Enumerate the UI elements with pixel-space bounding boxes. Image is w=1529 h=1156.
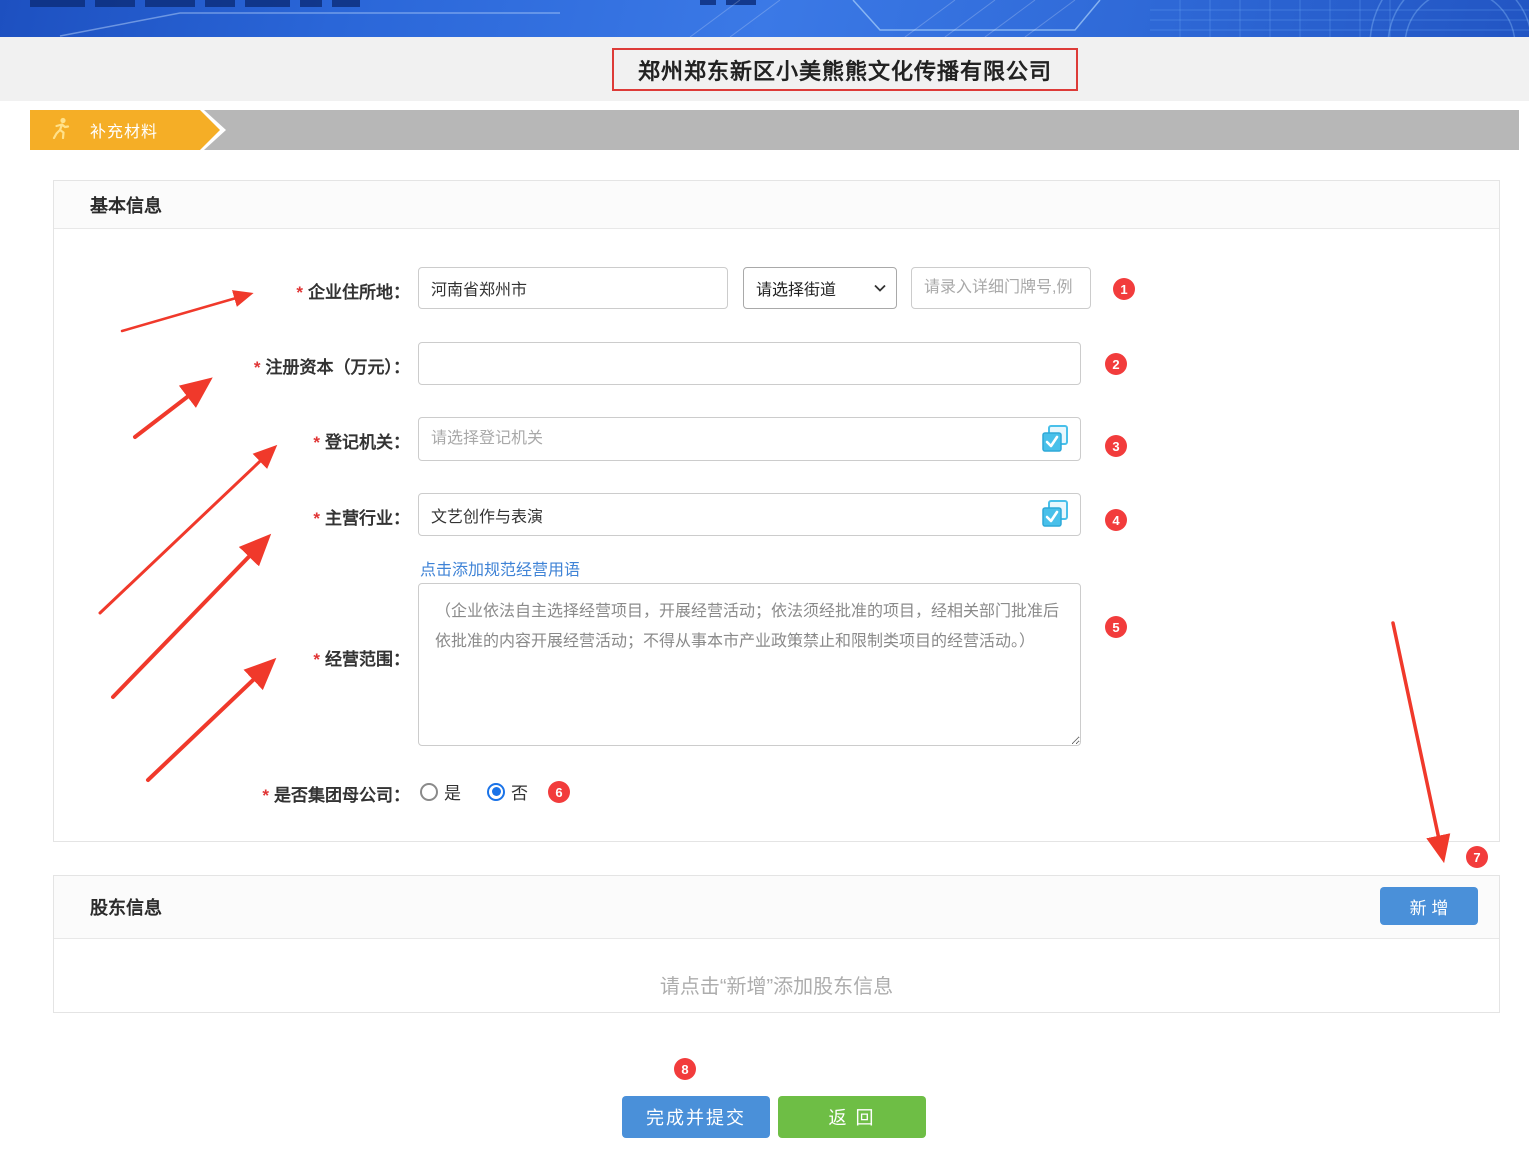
step-tab-label: 补充材料 <box>90 118 158 142</box>
step-tab-supplement[interactable]: 补充材料 <box>30 110 220 150</box>
capital-input[interactable] <box>418 342 1081 385</box>
chevron-down-icon <box>874 284 886 292</box>
required-mark: * <box>313 433 320 452</box>
add-shareholder-button[interactable]: 新 增 <box>1380 887 1478 925</box>
annotation-badge-5: 5 <box>1105 616 1127 638</box>
shareholders-title: 股东信息 <box>54 894 162 920</box>
basic-info-title: 基本信息 <box>54 192 162 218</box>
address-province-input[interactable] <box>418 267 728 309</box>
authority-input[interactable] <box>418 417 1081 461</box>
top-banner <box>0 0 1529 37</box>
page-header: 郑州郑东新区小美熊熊文化传播有限公司 <box>0 37 1529 101</box>
banner-decoration <box>0 0 1529 37</box>
group-parent-radio-group: 是 否 <box>420 779 554 804</box>
authority-picker-icon[interactable] <box>1040 424 1070 459</box>
radio-option-yes[interactable]: 是 <box>420 779 461 804</box>
required-mark: * <box>313 650 320 669</box>
address-detail-input[interactable] <box>911 267 1091 309</box>
submit-button[interactable]: 完成并提交 <box>622 1096 770 1138</box>
add-standard-terms-link[interactable]: 点击添加规范经营用语 <box>420 556 580 580</box>
basic-info-header: 基本信息 <box>54 181 1499 229</box>
annotation-badge-4: 4 <box>1105 509 1127 531</box>
industry-picker-icon[interactable] <box>1040 499 1070 534</box>
address-label: *企业住所地： <box>200 278 410 303</box>
annotation-badge-7: 7 <box>1466 846 1488 868</box>
radio-no-icon[interactable] <box>487 783 505 801</box>
scope-label: *经营范围： <box>210 645 410 670</box>
radio-no-label: 否 <box>511 779 528 804</box>
industry-input[interactable] <box>418 493 1081 536</box>
capital-label: *注册资本（万元）： <box>150 353 410 378</box>
required-mark: * <box>262 786 269 805</box>
street-select[interactable]: 请选择街道 <box>743 267 897 309</box>
step-bar: 补充材料 <box>30 110 1519 150</box>
annotation-badge-2: 2 <box>1105 353 1127 375</box>
required-mark: * <box>313 509 320 528</box>
annotation-badge-6: 6 <box>548 781 570 803</box>
radio-yes-label: 是 <box>444 779 461 804</box>
runner-icon <box>52 117 70 144</box>
company-name: 郑州郑东新区小美熊熊文化传播有限公司 <box>612 48 1078 91</box>
back-button[interactable]: 返 回 <box>778 1096 926 1138</box>
shareholders-header: 股东信息 <box>54 876 1499 939</box>
shareholders-empty-hint: 请点击“新增”添加股东信息 <box>53 970 1500 999</box>
annotation-badge-3: 3 <box>1105 435 1127 457</box>
group-parent-label: *是否集团母公司： <box>150 781 410 806</box>
annotation-badge-8: 8 <box>674 1058 696 1080</box>
street-select-value: 请选择街道 <box>756 276 836 300</box>
radio-option-no[interactable]: 否 <box>487 779 528 804</box>
required-mark: * <box>254 358 261 377</box>
annotation-badge-1: 1 <box>1113 278 1135 300</box>
required-mark: * <box>296 283 303 302</box>
authority-label: *登记机关： <box>210 428 410 453</box>
page: 郑州郑东新区小美熊熊文化传播有限公司 补充材料 基本信息 *企业住所地： 请选择… <box>0 0 1529 1156</box>
scope-textarea[interactable]: （企业依法自主选择经营项目，开展经营活动；依法须经批准的项目，经相关部门批准后依… <box>418 583 1081 746</box>
radio-yes-icon[interactable] <box>420 783 438 801</box>
industry-label: *主营行业： <box>210 504 410 529</box>
